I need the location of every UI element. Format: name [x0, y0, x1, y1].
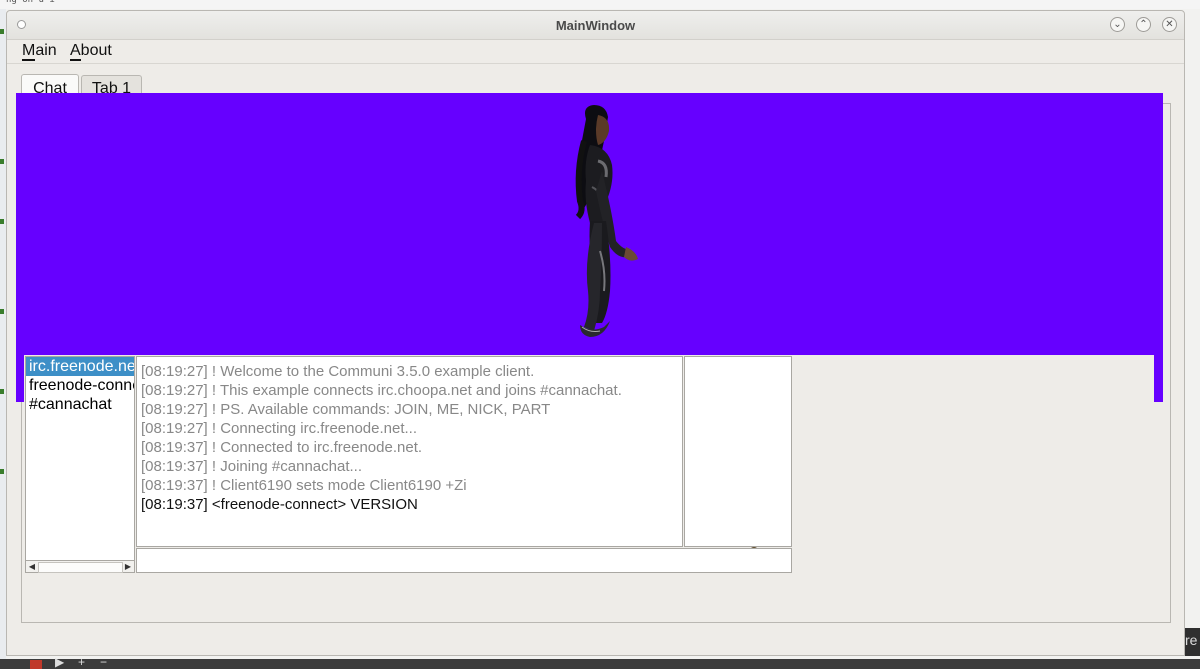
- log-line: [08:19:37] <freenode-connect> VERSION: [141, 496, 418, 513]
- taskbar-add-icon[interactable]: +: [78, 655, 85, 669]
- window-title: MainWindow: [555, 18, 636, 33]
- channel-list[interactable]: irc.freenode.net freenode-connect #canna…: [25, 356, 135, 561]
- channel-list-scrollbar[interactable]: ◀ ▶: [25, 560, 135, 573]
- title-bar[interactable]: MainWindow ⌄ ⌃ ✕: [7, 11, 1184, 40]
- taskbar-app-icon[interactable]: [30, 660, 42, 669]
- log-line: [08:19:37] ! Connected to irc.freenode.n…: [141, 439, 423, 456]
- channel-item-cannachat[interactable]: #cannachat: [26, 395, 134, 414]
- log-line: [08:19:27] ! Connecting irc.freenode.net…: [141, 420, 418, 437]
- menu-bar: Main About: [7, 40, 1184, 64]
- user-list[interactable]: [684, 356, 792, 547]
- log-line: [08:19:27] ! Welcome to the Communi 3.5.…: [141, 363, 535, 380]
- menu-about[interactable]: About: [70, 42, 112, 61]
- taskbar-run-icon[interactable]: ▶: [55, 655, 64, 669]
- scrollbar-thumb[interactable]: [38, 562, 123, 573]
- log-line: [08:19:37] ! Client6190 sets mode Client…: [141, 477, 467, 494]
- taskbar: ▶ + −: [0, 655, 1200, 669]
- log-line: [08:19:27] ! PS. Available commands: JOI…: [141, 401, 551, 418]
- character-model: [575, 105, 638, 337]
- scroll-left-icon[interactable]: ◀: [26, 561, 38, 572]
- desktop-background-strip: ng on u i: [0, 0, 1200, 9]
- minimize-icon[interactable]: ⌄: [1110, 17, 1125, 32]
- taskbar-remove-icon[interactable]: −: [100, 655, 107, 669]
- maximize-icon[interactable]: ⌃: [1136, 17, 1151, 32]
- message-input[interactable]: [136, 548, 792, 573]
- scroll-right-icon[interactable]: ▶: [122, 561, 134, 572]
- log-line: [08:19:37] ! Joining #cannachat...: [141, 458, 362, 475]
- message-log[interactable]: [08:19:27] ! Welcome to the Communi 3.5.…: [136, 356, 683, 547]
- close-icon[interactable]: ✕: [1162, 17, 1177, 32]
- menu-main[interactable]: Main: [22, 42, 57, 61]
- menu-separator: [7, 63, 1184, 64]
- channel-item-server[interactable]: irc.freenode.net: [26, 357, 134, 376]
- channel-item-freenode-connect[interactable]: freenode-connect: [26, 376, 134, 395]
- log-line: [08:19:27] ! This example connects irc.c…: [141, 382, 622, 399]
